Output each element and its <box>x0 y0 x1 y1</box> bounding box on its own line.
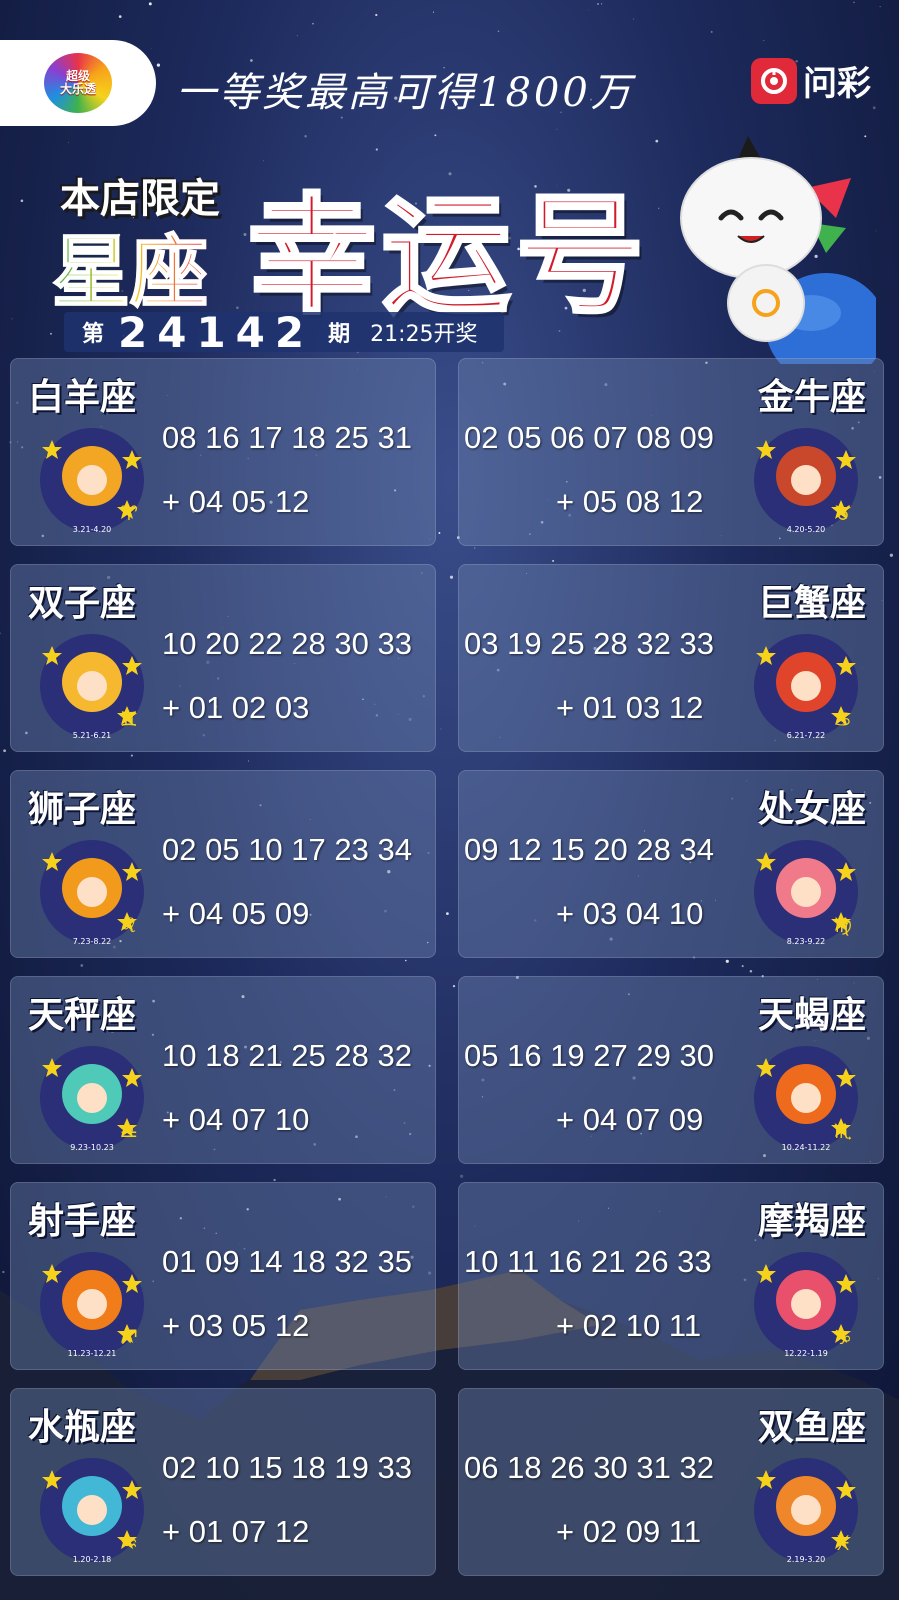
sign-card: 金牛座 ♉ 4.20-5.20 02 05 06 07 08 09 + 05 08 12 <box>458 358 884 546</box>
main-numbers: 06 18 26 30 31 32 <box>464 1450 714 1485</box>
zodiac-symbol: ♓ <box>834 1531 852 1555</box>
sign-dates: 6.21-7.22 <box>787 731 826 740</box>
brand-logo: 问彩 <box>751 56 871 105</box>
main-numbers: 03 19 25 28 32 33 <box>464 626 714 661</box>
sign-name: 水瓶座 <box>28 1407 137 1448</box>
zodiac-symbol: ♑ <box>834 1325 852 1349</box>
sign-dates: 4.20-5.20 <box>787 525 826 534</box>
sign-card: 天蝎座 ♏ 10.24-11.22 05 16 19 27 29 30 + 04 07 … <box>458 976 884 1164</box>
sign-name: 巨蟹座 <box>757 583 866 624</box>
mascot-icon <box>680 136 876 364</box>
sign-name: 金牛座 <box>757 377 866 418</box>
sign-name: 天蝎座 <box>757 995 866 1036</box>
zodiac-symbol: ♒ <box>120 1531 138 1555</box>
sign-name: 天秤座 <box>28 995 137 1036</box>
sign-name: 白羊座 <box>28 377 137 418</box>
zodiac-symbol: ♊ <box>120 707 138 731</box>
bonus-numbers: + 03 05 12 <box>162 1308 310 1343</box>
prize-slogan: 一等奖最高可得1800万 <box>176 70 634 116</box>
bonus-numbers: + 01 03 12 <box>556 690 704 725</box>
aquarius-icon: ♒ 1.20-2.18 <box>40 1458 144 1564</box>
bonus-numbers: + 04 07 09 <box>556 1102 704 1137</box>
bonus-numbers: + 04 05 12 <box>162 484 310 519</box>
main-numbers: 05 16 19 27 29 30 <box>464 1038 714 1073</box>
zodiac-symbol: ♋ <box>834 707 852 731</box>
sign-card: 白羊座 ♈ 3.21-4.20 08 16 17 18 25 31 + 04 05 12 <box>10 358 436 546</box>
bonus-numbers: + 05 08 12 <box>556 484 704 519</box>
brand-name: 问彩 <box>803 64 871 104</box>
bonus-numbers: + 02 09 11 <box>556 1514 702 1549</box>
sign-card: 水瓶座 ♒ 1.20-2.18 02 10 15 18 19 33 + 01 07 12 <box>10 1388 436 1576</box>
main-numbers: 10 11 16 21 26 33 <box>464 1244 712 1279</box>
draw-time: 21:25开奖 <box>370 322 478 347</box>
cancer-icon: ♋ 6.21-7.22 <box>754 634 858 740</box>
issue-suffix: 期 <box>328 322 351 347</box>
sign-name: 双鱼座 <box>757 1407 866 1448</box>
bonus-numbers: + 02 10 11 <box>556 1308 702 1343</box>
logo-line2: 大乐透 <box>59 82 96 96</box>
sign-dates: 2.19-3.20 <box>787 1555 826 1564</box>
virgo-icon: ♍ 8.23-9.22 <box>754 840 858 946</box>
sign-dates: 5.21-6.21 <box>73 731 112 740</box>
sign-dates: 1.20-2.18 <box>73 1555 112 1564</box>
bonus-numbers: + 01 02 03 <box>162 690 310 725</box>
bonus-numbers: + 01 07 12 <box>162 1514 310 1549</box>
super-lotto-badge: 超级 大乐透 <box>44 53 112 113</box>
scorpio-icon: ♏10.24-11.22 <box>754 1046 858 1152</box>
zodiac-symbol: ♉ <box>834 501 852 525</box>
zodiac-symbol: ♍ <box>834 913 852 937</box>
sign-dates: 12.22-1.19 <box>784 1349 828 1358</box>
taurus-icon: ♉ 4.20-5.20 <box>754 428 858 534</box>
sign-dates: 8.23-9.22 <box>787 937 826 946</box>
main-numbers: 10 18 21 25 28 32 <box>162 1038 412 1073</box>
zodiac-symbol: ♈ <box>120 501 138 525</box>
leo-icon: ♌ 7.23-8.22 <box>40 840 144 946</box>
capricorn-icon: ♑ 12.22-1.19 <box>754 1252 858 1358</box>
sign-name: 射手座 <box>28 1201 137 1242</box>
main-numbers: 02 05 10 17 23 34 <box>162 832 412 867</box>
bonus-numbers: + 04 05 09 <box>162 896 310 931</box>
sign-dates: 9.23-10.23 <box>70 1143 114 1152</box>
main-numbers: 01 09 14 18 32 35 <box>162 1244 412 1279</box>
issue-bar: 第 24142 期 21:25开奖 <box>64 308 504 357</box>
zodiac-symbol: ♎ <box>120 1119 138 1143</box>
issue-prefix: 第 <box>82 322 105 347</box>
aries-icon: ♈ 3.21-4.20 <box>40 428 144 534</box>
main-numbers: 09 12 15 20 28 34 <box>464 832 714 867</box>
sign-dates: 7.23-8.22 <box>73 937 112 946</box>
libra-icon: ♎ 9.23-10.23 <box>40 1046 144 1152</box>
sign-name: 摩羯座 <box>757 1201 866 1242</box>
zodiac-symbol: ♏ <box>834 1119 852 1143</box>
sign-name: 处女座 <box>757 789 866 830</box>
sign-card: 射手座 ♐ 11.23-12.21 01 09 14 18 32 35 + 03 05 … <box>10 1182 436 1370</box>
sign-card: 处女座 ♍ 8.23-9.22 09 12 15 20 28 34 + 03 04 10 <box>458 770 884 958</box>
sign-card: 双鱼座 ♓ 2.19-3.20 06 18 26 30 31 32 + 02 09 11 <box>458 1388 884 1576</box>
bonus-numbers: + 03 04 10 <box>556 896 704 931</box>
sign-name: 狮子座 <box>28 789 137 830</box>
main-numbers: 02 10 15 18 19 33 <box>162 1450 412 1485</box>
gemini-icon: ♊ 5.21-6.21 <box>40 634 144 740</box>
sign-dates: 11.23-12.21 <box>68 1349 117 1358</box>
sign-dates: 10.24-11.22 <box>782 1143 831 1152</box>
sign-card: 巨蟹座 ♋ 6.21-7.22 03 19 25 28 32 33 + 01 03 12 <box>458 564 884 752</box>
zodiac-title: 星座 <box>51 210 209 322</box>
sign-card: 摩羯座 ♑ 12.22-1.19 10 11 16 21 26 33 + 02 10 1… <box>458 1182 884 1370</box>
sagittarius-icon: ♐11.23-12.21 <box>40 1252 144 1358</box>
brand-icon <box>751 57 797 104</box>
zodiac-symbol: ♌ <box>120 913 138 937</box>
main-numbers: 10 20 22 28 30 33 <box>162 626 412 661</box>
zodiac-symbol: ♐ <box>120 1325 138 1349</box>
issue-number: 24142 <box>118 307 315 357</box>
sign-card: 狮子座 ♌ 7.23-8.22 02 05 10 17 23 34 + 04 05 09 <box>10 770 436 958</box>
main-numbers: 08 16 17 18 25 31 <box>162 420 412 455</box>
sign-card: 双子座 ♊ 5.21-6.21 10 20 22 28 30 33 + 01 02 03 <box>10 564 436 752</box>
bonus-numbers: + 04 07 10 <box>162 1102 310 1137</box>
sign-name: 双子座 <box>28 583 137 624</box>
sign-card: 天秤座 ♎ 9.23-10.23 10 18 21 25 28 32 + 04 07 1… <box>10 976 436 1164</box>
sign-dates: 3.21-4.20 <box>73 525 112 534</box>
lottery-logo: 超级 大乐透 <box>0 40 156 126</box>
main-numbers: 02 05 06 07 08 09 <box>464 420 714 455</box>
pisces-icon: ♓ 2.19-3.20 <box>754 1458 858 1564</box>
